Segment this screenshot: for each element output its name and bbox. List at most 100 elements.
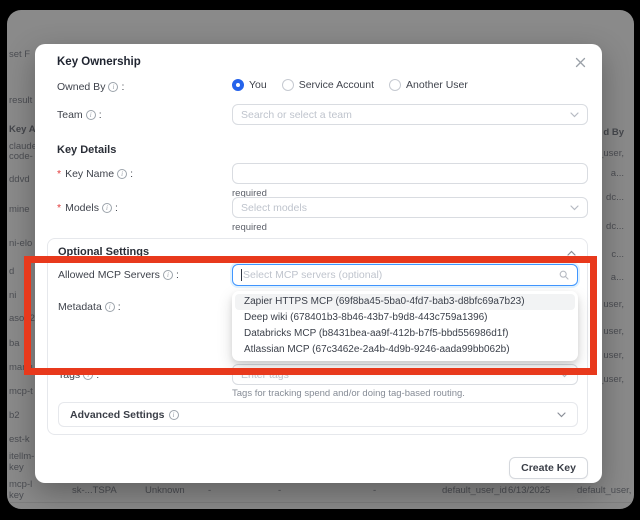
info-icon: i bbox=[108, 82, 118, 92]
text-cursor bbox=[241, 269, 242, 281]
bg-fragment: dc... bbox=[606, 192, 624, 203]
label-colon: : bbox=[121, 81, 124, 93]
team-label-text: Team bbox=[57, 109, 83, 121]
label-colon: : bbox=[118, 301, 121, 313]
owned-by-label-text: Owned By bbox=[57, 81, 105, 93]
bg-fragment: code- bbox=[9, 151, 33, 162]
bg-fragment: a... bbox=[611, 168, 624, 179]
info-icon: i bbox=[105, 302, 115, 312]
required-asterisk: * bbox=[57, 202, 61, 214]
tags-placeholder: Enter tags bbox=[241, 369, 554, 381]
chevron-down-icon bbox=[560, 372, 569, 378]
tags-label: Tags i: bbox=[58, 369, 99, 381]
label-colon: : bbox=[96, 369, 99, 381]
radio-unselected-icon[interactable] bbox=[282, 79, 294, 91]
bg-table-cell: - bbox=[373, 485, 376, 496]
label-colon: : bbox=[115, 202, 118, 214]
mcp-servers-dropdown: Zapier HTTPS MCP (69f8ba45-5ba0-4fd7-bab… bbox=[232, 291, 578, 361]
info-icon: i bbox=[169, 410, 179, 420]
bg-fragment: ni bbox=[9, 290, 16, 301]
chevron-up-icon[interactable] bbox=[567, 250, 576, 256]
radio-unselected-icon[interactable] bbox=[389, 79, 401, 91]
models-select[interactable]: Select models bbox=[232, 197, 588, 218]
radio-you[interactable]: You bbox=[232, 79, 267, 91]
advanced-settings-label: Advanced Settings bbox=[70, 409, 165, 421]
bg-table-cell: default_user_id bbox=[442, 485, 507, 496]
team-select[interactable]: Search or select a team bbox=[232, 104, 588, 125]
bg-fragment: b2 bbox=[9, 410, 20, 421]
owned-by-label: Owned By i: bbox=[57, 81, 124, 93]
models-required-hint: required bbox=[232, 222, 267, 233]
metadata-label: Metadata i: bbox=[58, 301, 121, 313]
bg-fragment: manu bbox=[9, 362, 33, 373]
bg-fragment: ason2 bbox=[9, 313, 35, 324]
bg-fragment: user, bbox=[603, 299, 624, 310]
bg-fragment: set F bbox=[9, 49, 30, 60]
bg-fragment: a... bbox=[611, 272, 624, 283]
team-placeholder: Search or select a team bbox=[241, 109, 564, 121]
bg-fragment: mine bbox=[9, 204, 30, 215]
bg-fragment: itellm- bbox=[9, 451, 34, 462]
chevron-down-icon bbox=[557, 412, 566, 418]
required-asterisk: * bbox=[57, 168, 61, 180]
tags-select[interactable]: Enter tags bbox=[232, 364, 578, 385]
bg-table-cell: - bbox=[208, 485, 211, 496]
bg-table-cell: - bbox=[278, 485, 281, 496]
optional-settings-title[interactable]: Optional Settings bbox=[58, 246, 149, 258]
key-name-label: * Key Name i: bbox=[57, 168, 133, 180]
label-colon: : bbox=[176, 269, 179, 281]
key-name-input[interactable] bbox=[232, 163, 588, 184]
mcp-servers-search-input[interactable]: Select MCP servers (optional) bbox=[232, 264, 578, 286]
bg-table-cell: default_user, bbox=[577, 485, 631, 496]
info-icon: i bbox=[102, 203, 112, 213]
chevron-down-icon bbox=[570, 112, 579, 118]
bg-fragment: key bbox=[9, 462, 24, 473]
search-icon bbox=[559, 270, 569, 280]
team-label: Team i: bbox=[57, 109, 102, 121]
info-icon: i bbox=[86, 110, 96, 120]
bg-fragment: est-k bbox=[9, 434, 30, 445]
radio-selected-icon[interactable] bbox=[232, 79, 244, 91]
label-colon: : bbox=[99, 109, 102, 121]
bg-fragment: ni-elo bbox=[9, 238, 32, 249]
mcp-servers-placeholder: Select MCP servers (optional) bbox=[243, 269, 553, 281]
bg-column-header-fragment: d By bbox=[603, 127, 624, 138]
bg-fragment: d bbox=[9, 266, 14, 277]
bg-table-cell: sk-...TSPA bbox=[72, 485, 117, 496]
advanced-settings-toggle[interactable]: Advanced Settings i bbox=[58, 402, 578, 427]
info-icon: i bbox=[117, 169, 127, 179]
create-key-button[interactable]: Create Key bbox=[509, 457, 588, 479]
radio-service-account[interactable]: Service Account bbox=[282, 79, 374, 91]
modal-title: Key Ownership bbox=[57, 56, 141, 68]
models-label-text: Models bbox=[65, 202, 99, 214]
mcp-option-atlassian[interactable]: Atlassian MCP (67c3462e-2a4b-4d9b-9246-a… bbox=[235, 342, 575, 358]
bg-fragment: user, bbox=[603, 326, 624, 337]
mcp-option-databricks[interactable]: Databricks MCP (b8431bea-aa9f-412b-b7f5-… bbox=[235, 326, 575, 342]
radio-another-user[interactable]: Another User bbox=[389, 79, 468, 91]
bg-fragment: key bbox=[9, 490, 24, 501]
bg-table-cell: 6/13/2025 bbox=[508, 485, 550, 496]
radio-you-label: You bbox=[249, 79, 267, 91]
create-key-modal: Key Ownership Owned By i: You Service Ac… bbox=[35, 44, 602, 483]
info-icon: i bbox=[83, 370, 93, 380]
mcp-servers-label-text: Allowed MCP Servers bbox=[58, 269, 160, 281]
owned-by-radio-group: You Service Account Another User bbox=[232, 79, 468, 91]
tags-helper-text: Tags for tracking spend and/or doing tag… bbox=[232, 388, 465, 399]
radio-another-user-label: Another User bbox=[406, 79, 468, 91]
bg-fragment: user, bbox=[603, 350, 624, 361]
bg-fragment: mcp-l bbox=[9, 479, 32, 490]
models-placeholder: Select models bbox=[241, 202, 564, 214]
bg-fragment: dc... bbox=[606, 221, 624, 232]
bg-table-cell: Unknown bbox=[145, 485, 185, 496]
bg-fragment: ddvd bbox=[9, 174, 30, 185]
mcp-option-deep-wiki[interactable]: Deep wiki (678401b3-8b46-43b7-b9d8-443c7… bbox=[235, 310, 575, 326]
radio-service-account-label: Service Account bbox=[299, 79, 374, 91]
bg-fragment: ba bbox=[9, 338, 20, 349]
screenshot: set F result Key A claude code- ddvd min… bbox=[0, 0, 640, 520]
bg-fragment: c... bbox=[611, 249, 624, 260]
info-icon: i bbox=[163, 270, 173, 280]
bg-fragment: mcp-t bbox=[9, 386, 33, 397]
mcp-option-zapier[interactable]: Zapier HTTPS MCP (69f8ba45-5ba0-4fd7-bab… bbox=[235, 294, 575, 310]
close-icon[interactable] bbox=[573, 55, 587, 69]
key-details-title: Key Details bbox=[57, 144, 116, 156]
